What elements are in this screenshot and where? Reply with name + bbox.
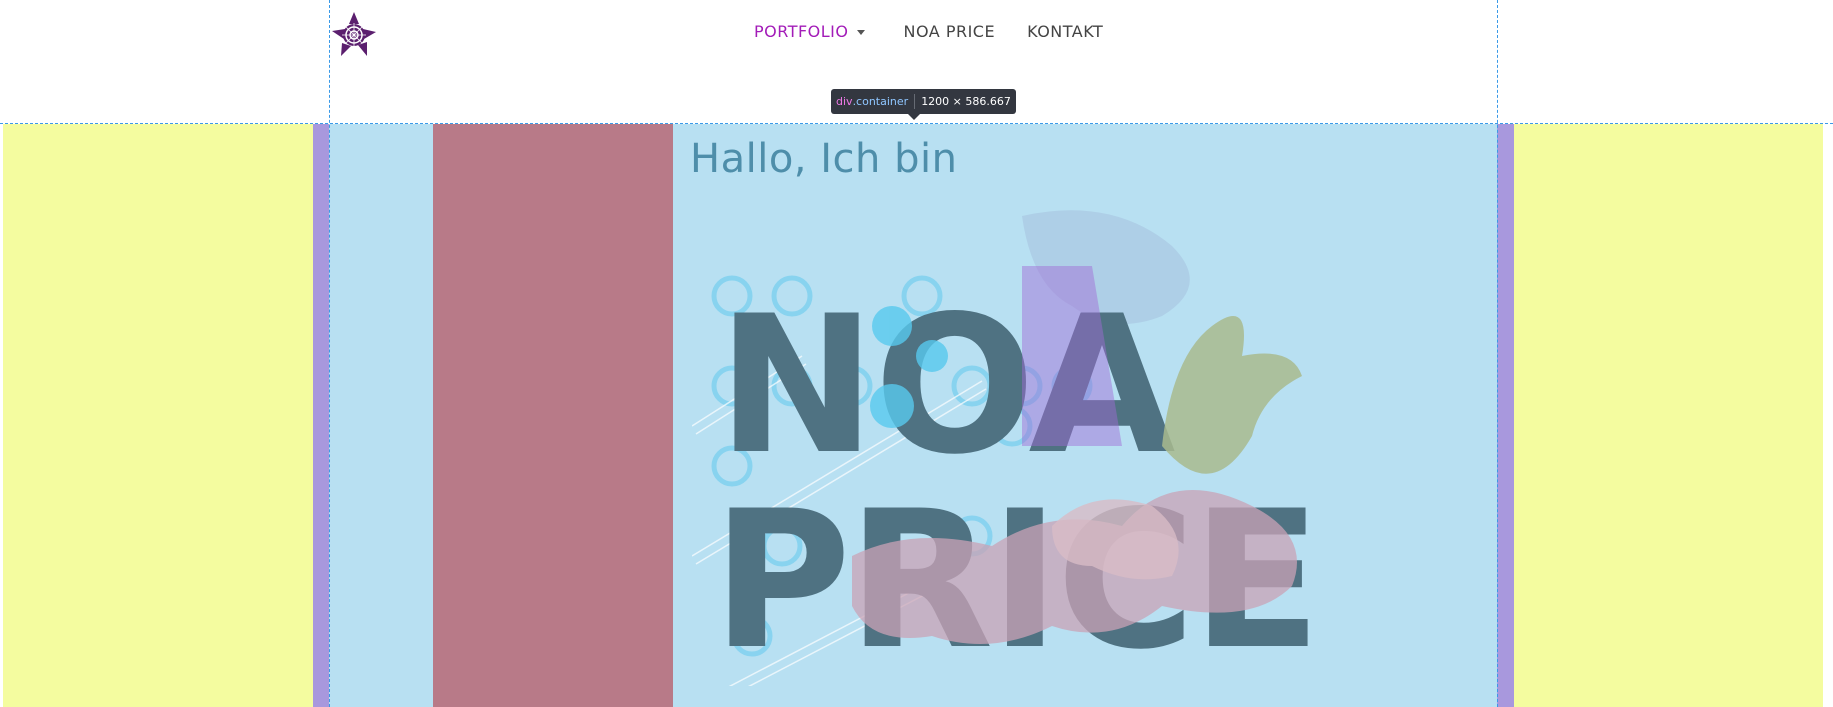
devtools-tooltip: div .container 1200 × 586.667 [831,89,1016,120]
padding-overlay-right [1497,124,1514,707]
devtools-tooltip-class: .container [852,95,909,108]
guide-line-left [329,0,330,707]
nav-item-kontakt[interactable]: KONTAKT [1027,22,1103,41]
caret-down-icon [856,30,865,35]
flower-logo-icon[interactable] [329,10,379,60]
main-nav: PORTFOLIO NOA PRICE KONTAKT [754,22,1103,41]
container-content-overlay: Hallo, Ich bin NOA [329,124,1497,707]
nav-item-portfolio[interactable]: PORTFOLIO [754,22,865,41]
guide-line-top [0,123,1833,124]
hero-greeting: Hallo, Ich bin [690,136,958,182]
margin-overlay-right [1514,124,1823,707]
margin-overlay-left [3,124,313,707]
nav-item-noa-price[interactable]: NOA PRICE [904,22,996,41]
devtools-tooltip-size: 1200 × 586.667 [921,95,1011,108]
devtools-tooltip-divider [914,94,916,109]
padding-overlay-left [313,124,329,707]
guide-line-right [1497,0,1498,707]
nav-item-portfolio-label: PORTFOLIO [754,22,849,41]
devtools-tooltip-tag: div [836,95,853,108]
hero-logo-artwork: NOA PRICE [691,206,1352,707]
devtools-tooltip-arrow [908,114,920,120]
column-overlay [433,124,673,707]
